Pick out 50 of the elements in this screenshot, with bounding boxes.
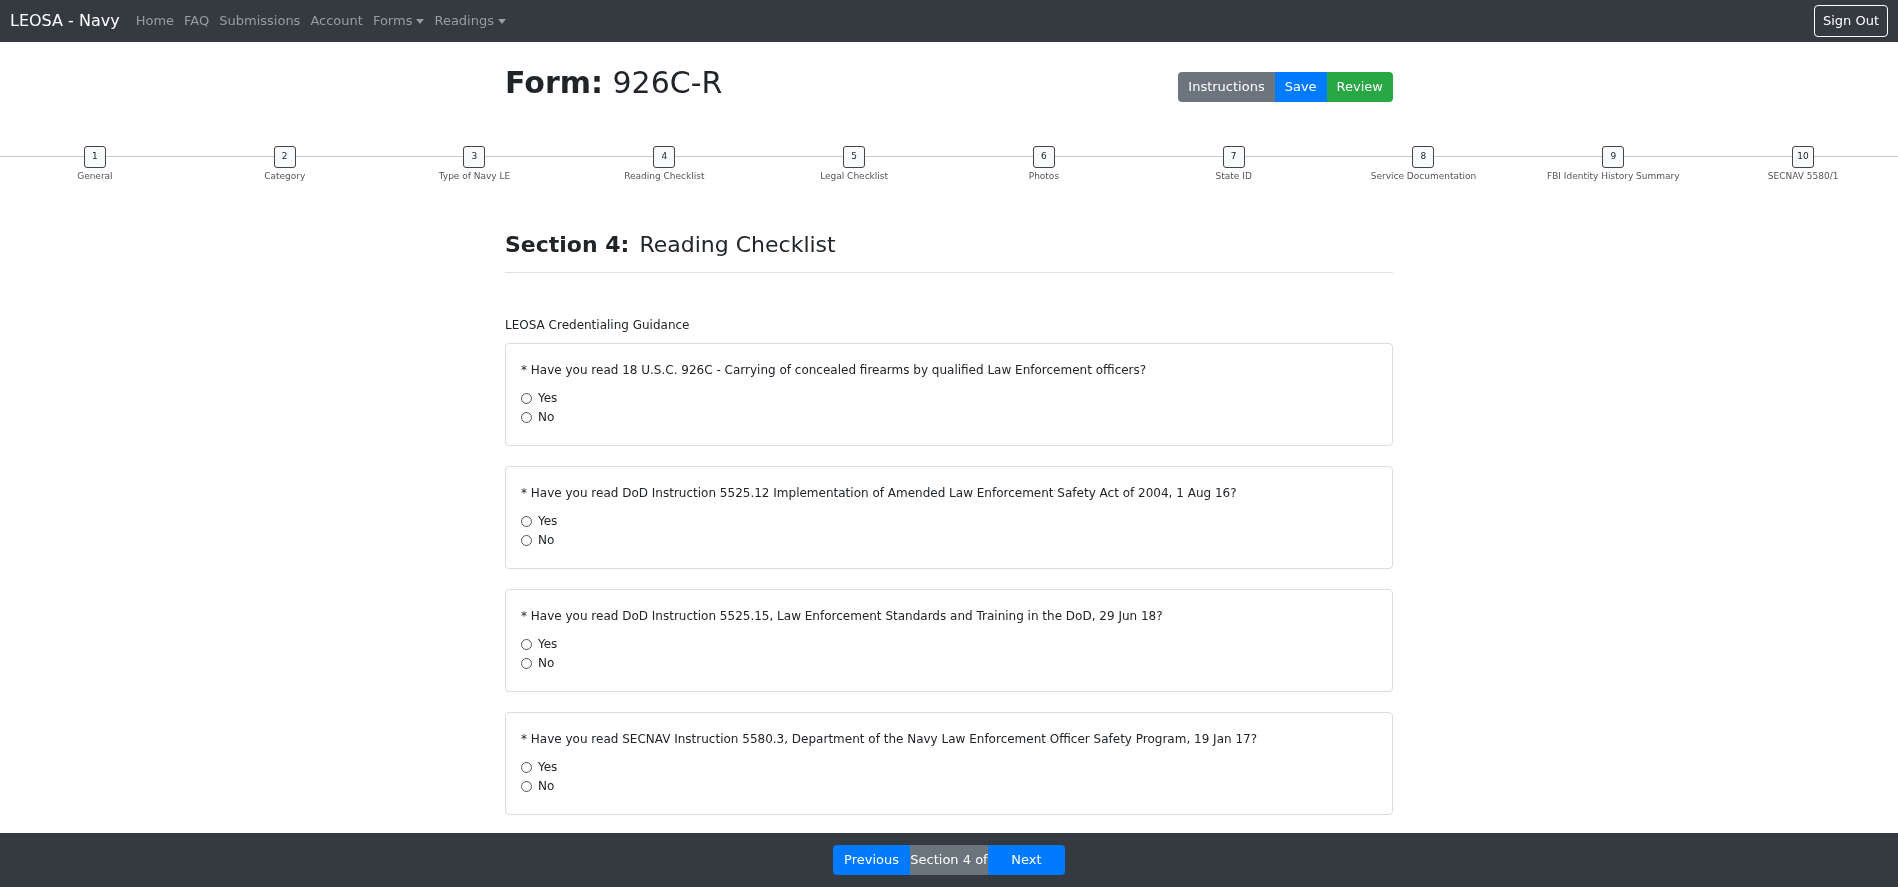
question-text: * Have you read SECNAV Instruction 5580.3, Department of the Navy Law Enforcement Officer Safety Program, 19 Jan 17? [521,731,1259,748]
step-number[interactable]: 3 [463,146,486,168]
dropdown-menu[interactable]: Forms [372,11,425,31]
step-label[interactable]: Photos [1028,170,1060,184]
brand-title[interactable]: LEOSA - Navy [10,9,120,33]
option-label: Yes [538,636,558,653]
option-label: No [538,532,555,549]
guidance-heading: LEOSA Credentialing Guidance [505,317,691,334]
step-number[interactable]: 8 [1412,146,1435,168]
step-number[interactable]: 7 [1222,146,1245,168]
option-label: Yes [538,390,558,407]
nav-link[interactable]: Submissions [219,11,301,31]
question-text: * Have you read 18 U.S.C. 926C - Carrying of concealed firearms by qualified Law Enforcement officers? [521,362,1148,379]
step-label[interactable]: Category [264,170,306,184]
save-button[interactable]: Save [1274,72,1327,102]
step-number[interactable]: 9 [1602,146,1625,168]
step-number[interactable]: 5 [843,146,866,168]
section-title: Section 4: Reading Checklist [505,230,1393,273]
question-text: * Have you read DoD Instruction 5525.12 Implementation of Amended Law Enforcement Safety Act of 2004, 1 Aug 16? [521,485,1238,502]
step-number[interactable]: 4 [653,146,676,168]
instructions-button[interactable]: Instructions [1178,72,1275,102]
step-number[interactable]: 2 [273,146,296,168]
step-label[interactable]: State ID [1215,170,1252,184]
caret-icon [416,18,425,24]
option-label: No [538,409,555,426]
step-label[interactable]: Reading Checklist [624,170,705,184]
section-indicator: Section 4 of [910,845,988,875]
step-label[interactable]: FBI Identity History Summary [1547,170,1680,184]
step-label[interactable]: SECNAV 5580/1 [1767,170,1839,184]
step-number[interactable]: 6 [1032,146,1055,168]
previous-button[interactable]: Previous [833,845,910,875]
step-label[interactable]: General [77,170,113,184]
step-label[interactable]: Service Documentation [1370,170,1477,184]
step-label[interactable]: Type of Navy LE [438,170,511,184]
step-number[interactable]: 1 [83,146,106,168]
caret-icon [498,18,506,24]
option-label: Yes [538,759,558,776]
option-label: Yes [538,513,558,530]
nav-link[interactable]: Account [310,11,363,31]
question-text: * Have you read DoD Instruction 5525.15, Law Enforcement Standards and Training in the DoD, 29 Jun 18? [521,608,1164,625]
option-label: No [538,655,555,672]
nav-link[interactable]: Home [135,11,175,31]
step-label[interactable]: Legal Checklist [820,170,889,184]
dropdown-menu[interactable]: Readings [434,11,506,31]
next-button[interactable]: Next [988,845,1065,875]
form-title: Form: 926C-R [505,64,723,102]
nav-link[interactable]: FAQ [184,11,210,31]
step-number[interactable]: 10 [1792,146,1815,168]
sign-out-button[interactable]: Sign Out [1813,5,1888,37]
option-label: No [538,778,555,795]
